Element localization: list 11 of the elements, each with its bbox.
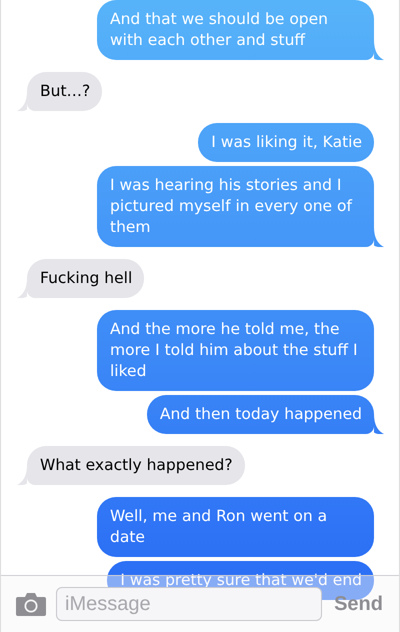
message-field[interactable]: iMessage — [56, 587, 322, 621]
message-bubble: Well, me and Ron went on a date — [97, 497, 374, 557]
message-bubble: But…? — [27, 72, 102, 111]
message-bubble: What exactly happened? — [27, 446, 245, 485]
message-bubble: I was hearing his stories and I pictured myself in every one of them — [97, 166, 374, 247]
message-bubble: And that we should be open with each other and stuff — [97, 0, 374, 60]
message-bubble: And then today happened — [146, 395, 374, 434]
message-bubble: Fucking hell — [27, 259, 144, 298]
message-bubble: And the more he told me, the more I told him about the stuff I liked — [97, 310, 374, 391]
message-bubble: I was liking it, Katie — [198, 123, 374, 162]
camera-icon[interactable] — [16, 592, 46, 616]
